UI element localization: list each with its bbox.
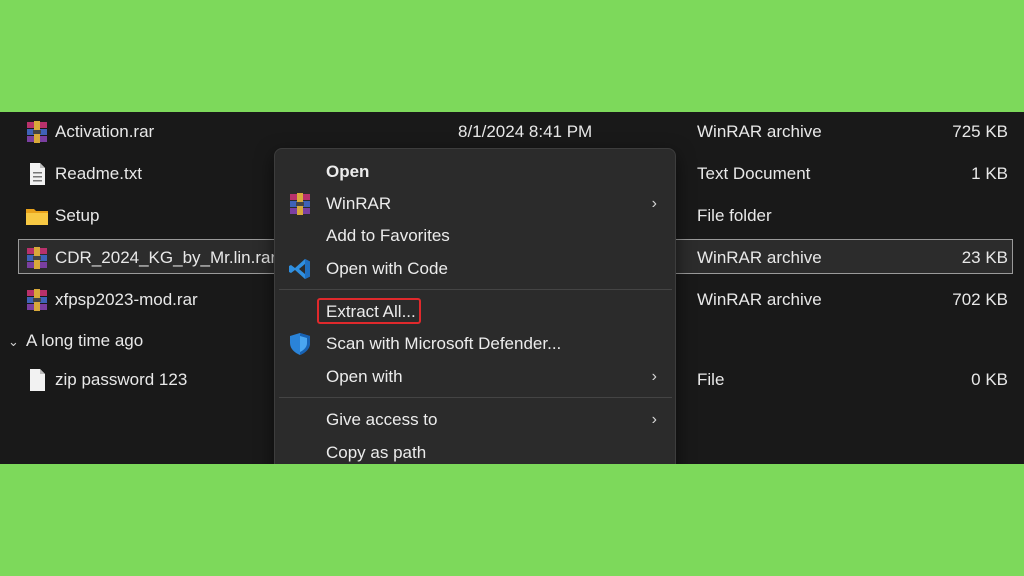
defender-shield-icon xyxy=(290,333,310,355)
text-file-icon xyxy=(30,163,45,185)
file-date: 8/1/2024 8:41 PM xyxy=(458,122,593,141)
bottom-background-band xyxy=(0,464,1024,576)
winrar-icon xyxy=(27,121,47,143)
file-name: Setup xyxy=(55,206,100,225)
menu-item-label: Open xyxy=(326,162,370,181)
chevron-right-icon: › xyxy=(651,368,657,385)
file-size: 725 KB xyxy=(952,122,1008,141)
file-type: WinRAR archive xyxy=(697,290,822,309)
menu-item-winrar[interactable]: WinRAR › xyxy=(275,188,675,220)
file-name: Readme.txt xyxy=(55,164,142,183)
menu-item-label: WinRAR xyxy=(326,194,392,213)
file-size: 0 KB xyxy=(971,370,1008,389)
file-row-activation[interactable]: Activation.rar 8/1/2024 8:41 PM WinRAR a… xyxy=(0,112,1024,152)
chevron-right-icon: › xyxy=(651,411,657,428)
menu-item-open-with[interactable]: Open with › xyxy=(275,361,675,393)
menu-separator xyxy=(279,289,672,290)
context-menu: Open WinRAR › Add to Favorites Open with… xyxy=(274,148,676,478)
menu-item-scan-defender[interactable]: Scan with Microsoft Defender... xyxy=(275,328,675,360)
menu-item-label: Scan with Microsoft Defender... xyxy=(326,334,562,353)
file-size: 1 KB xyxy=(971,164,1008,183)
file-size: 23 KB xyxy=(961,248,1008,267)
vscode-icon xyxy=(289,259,310,279)
file-type: File xyxy=(697,370,725,389)
winrar-icon xyxy=(27,247,47,269)
chevron-right-icon: › xyxy=(651,195,657,212)
file-type: WinRAR archive xyxy=(697,248,822,267)
file-name: Activation.rar xyxy=(55,122,155,141)
group-header-long-time-ago[interactable]: ⌄ A long time ago xyxy=(8,326,143,356)
menu-item-label: Open with xyxy=(326,367,403,386)
menu-item-give-access[interactable]: Give access to › xyxy=(275,404,675,436)
file-name: CDR_2024_KG_by_Mr.lin.rar xyxy=(55,248,277,267)
folder-icon xyxy=(26,209,48,225)
menu-item-open[interactable]: Open xyxy=(275,156,675,188)
winrar-icon xyxy=(27,289,47,311)
menu-item-open-with-code[interactable]: Open with Code xyxy=(275,253,675,285)
file-size: 702 KB xyxy=(952,290,1008,309)
group-label: A long time ago xyxy=(26,331,144,350)
file-type: WinRAR archive xyxy=(697,122,822,141)
file-name: xfpsp2023-mod.rar xyxy=(55,290,198,309)
menu-item-label: Give access to xyxy=(326,410,438,429)
menu-item-label: Open with Code xyxy=(326,259,448,278)
blank-file-icon xyxy=(30,369,45,391)
chevron-down-icon: ⌄ xyxy=(8,334,19,349)
menu-separator xyxy=(279,397,672,398)
highlight-box xyxy=(317,298,421,324)
menu-item-label: Add to Favorites xyxy=(326,226,450,245)
file-type: File folder xyxy=(697,206,772,225)
file-name: zip password 123 xyxy=(55,370,188,389)
winrar-icon xyxy=(290,193,310,215)
menu-item-add-to-favorites[interactable]: Add to Favorites xyxy=(275,220,675,252)
file-type: Text Document xyxy=(697,164,811,183)
